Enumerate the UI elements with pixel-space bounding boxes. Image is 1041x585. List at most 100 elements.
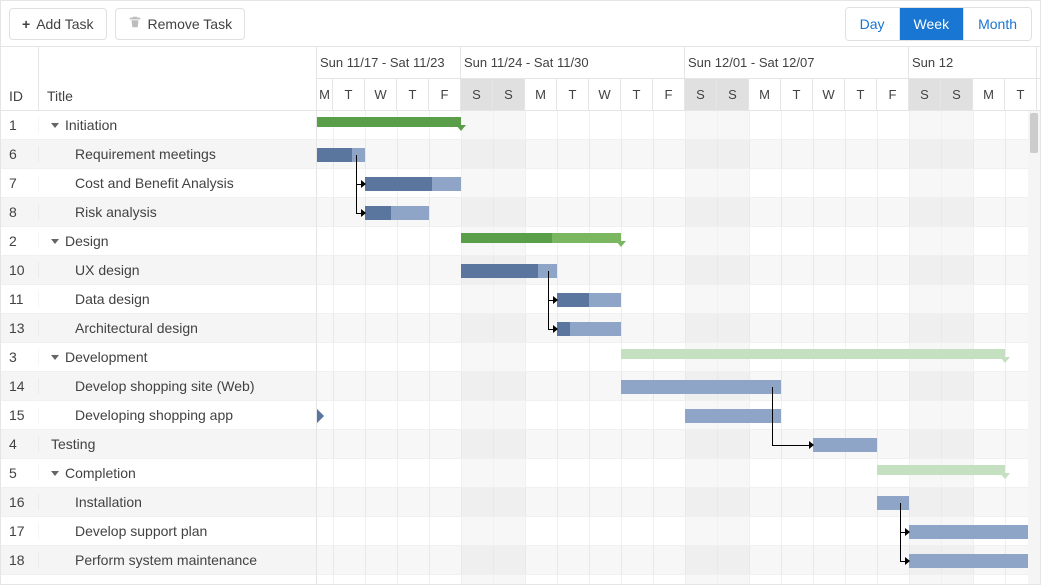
scrollbar[interactable] (1028, 111, 1040, 584)
day-header[interactable]: T (845, 79, 877, 110)
collapse-icon[interactable] (51, 123, 59, 128)
table-row[interactable]: 16Installation (1, 488, 316, 517)
day-header[interactable]: T (397, 79, 429, 110)
plus-icon: + (22, 16, 30, 32)
cell-title: Developing shopping app (39, 407, 316, 423)
table-row[interactable]: 1 Initiation (1, 111, 316, 140)
task-bar[interactable] (813, 438, 877, 452)
col-id[interactable]: ID (1, 47, 39, 110)
table-row[interactable]: 8Risk analysis (1, 198, 316, 227)
day-header[interactable]: F (653, 79, 685, 110)
cell-id: 1 (1, 117, 39, 133)
cell-id: 14 (1, 378, 39, 394)
cell-title: Design (39, 233, 316, 249)
row-title: Design (65, 233, 109, 249)
col-title[interactable]: Title (39, 47, 316, 110)
toolbar: + Add Task Remove Task Day Week Month (1, 1, 1040, 47)
summary-bar[interactable] (461, 233, 621, 243)
day-row: MTWTFSSMTWTFSSMTWTFSSMT (317, 79, 1040, 110)
scroll-thumb[interactable] (1030, 113, 1038, 153)
table-row[interactable]: 10UX design (1, 256, 316, 285)
day-header[interactable]: S (685, 79, 717, 110)
task-bar[interactable] (557, 293, 621, 307)
summary-bar[interactable] (317, 117, 461, 127)
dependency-arrow (361, 209, 366, 217)
day-header[interactable]: F (877, 79, 909, 110)
table-row[interactable]: 17Develop support plan (1, 517, 316, 546)
collapse-icon[interactable] (51, 355, 59, 360)
table-row[interactable]: 2Design (1, 227, 316, 256)
day-header[interactable]: T (781, 79, 813, 110)
row-title: Initiation (65, 117, 117, 133)
task-bar[interactable] (909, 525, 1037, 539)
cell-title: Requirement meetings (39, 146, 316, 162)
day-header[interactable]: S (493, 79, 525, 110)
row-title: UX design (75, 262, 140, 278)
task-grid: ID Title 1 Initiation 6Requirement meeting… (1, 47, 317, 584)
task-bar[interactable] (685, 409, 781, 423)
gantt-chart[interactable]: Sun 11/17 - Sat 11/23Sun 11/24 - Sat 11/… (317, 47, 1040, 584)
day-header[interactable]: T (1005, 79, 1037, 110)
cell-title: Perform system maintenance (39, 552, 316, 568)
table-row[interactable]: 3Development (1, 343, 316, 372)
task-bar[interactable] (461, 264, 557, 278)
day-header[interactable]: M (317, 79, 333, 110)
add-task-button[interactable]: + Add Task (9, 8, 107, 40)
day-header[interactable]: T (333, 79, 365, 110)
view-month-button[interactable]: Month (964, 8, 1031, 40)
day-header[interactable]: W (589, 79, 621, 110)
table-row[interactable]: 11Data design (1, 285, 316, 314)
table-row[interactable]: 5Completion (1, 459, 316, 488)
task-bar[interactable] (877, 496, 909, 510)
table-row[interactable]: 13Architectural design (1, 314, 316, 343)
day-header[interactable]: F (429, 79, 461, 110)
task-bar[interactable] (621, 380, 781, 394)
day-header[interactable]: S (461, 79, 493, 110)
task-bar[interactable] (557, 322, 621, 336)
day-header[interactable]: M (973, 79, 1005, 110)
table-row[interactable]: 15Developing shopping app (1, 401, 316, 430)
day-header[interactable]: T (621, 79, 653, 110)
task-bar[interactable] (909, 554, 1037, 568)
collapse-icon[interactable] (51, 239, 59, 244)
day-header[interactable]: T (557, 79, 589, 110)
row-title: Data design (75, 291, 150, 307)
collapse-icon[interactable] (51, 471, 59, 476)
day-header[interactable]: W (365, 79, 397, 110)
day-header[interactable]: S (717, 79, 749, 110)
chart-body (317, 111, 1040, 584)
cell-title: Data design (39, 291, 316, 307)
week-header[interactable]: Sun 11/24 - Sat 11/30 (461, 47, 685, 78)
day-header[interactable]: M (749, 79, 781, 110)
day-header[interactable]: S (941, 79, 973, 110)
week-header[interactable]: Sun 12 (909, 47, 1037, 78)
table-row[interactable]: 18Perform system maintenance (1, 546, 316, 575)
view-day-button[interactable]: Day (846, 8, 900, 40)
row-title: Requirement meetings (75, 146, 216, 162)
week-header[interactable]: Sun 11/17 - Sat 11/23 (317, 47, 461, 78)
day-header[interactable]: M (525, 79, 557, 110)
summary-bar[interactable] (621, 349, 1005, 359)
view-week-button[interactable]: Week (900, 8, 965, 40)
remove-task-button[interactable]: Remove Task (115, 8, 246, 40)
cell-id: 5 (1, 465, 39, 481)
table-row[interactable]: 7Cost and Benefit Analysis (1, 169, 316, 198)
task-bar[interactable] (365, 177, 461, 191)
day-header[interactable]: W (813, 79, 845, 110)
chart-row (317, 140, 1040, 169)
cell-id: 13 (1, 320, 39, 336)
task-bar[interactable] (365, 206, 429, 220)
remove-task-label: Remove Task (148, 16, 233, 32)
row-title: Development (65, 349, 148, 365)
table-row[interactable]: 14Develop shopping site (Web) (1, 372, 316, 401)
table-row[interactable]: 4Testing (1, 430, 316, 459)
trash-icon (128, 15, 142, 32)
summary-bar[interactable] (877, 465, 1005, 475)
task-bar[interactable] (317, 148, 365, 162)
table-row[interactable]: 6Requirement meetings (1, 140, 316, 169)
dependency-arrow (553, 296, 558, 304)
cell-title: Cost and Benefit Analysis (39, 175, 316, 191)
day-header[interactable]: S (909, 79, 941, 110)
week-header[interactable]: Sun 12/01 - Sat 12/07 (685, 47, 909, 78)
chart-header: Sun 11/17 - Sat 11/23Sun 11/24 - Sat 11/… (317, 47, 1040, 111)
